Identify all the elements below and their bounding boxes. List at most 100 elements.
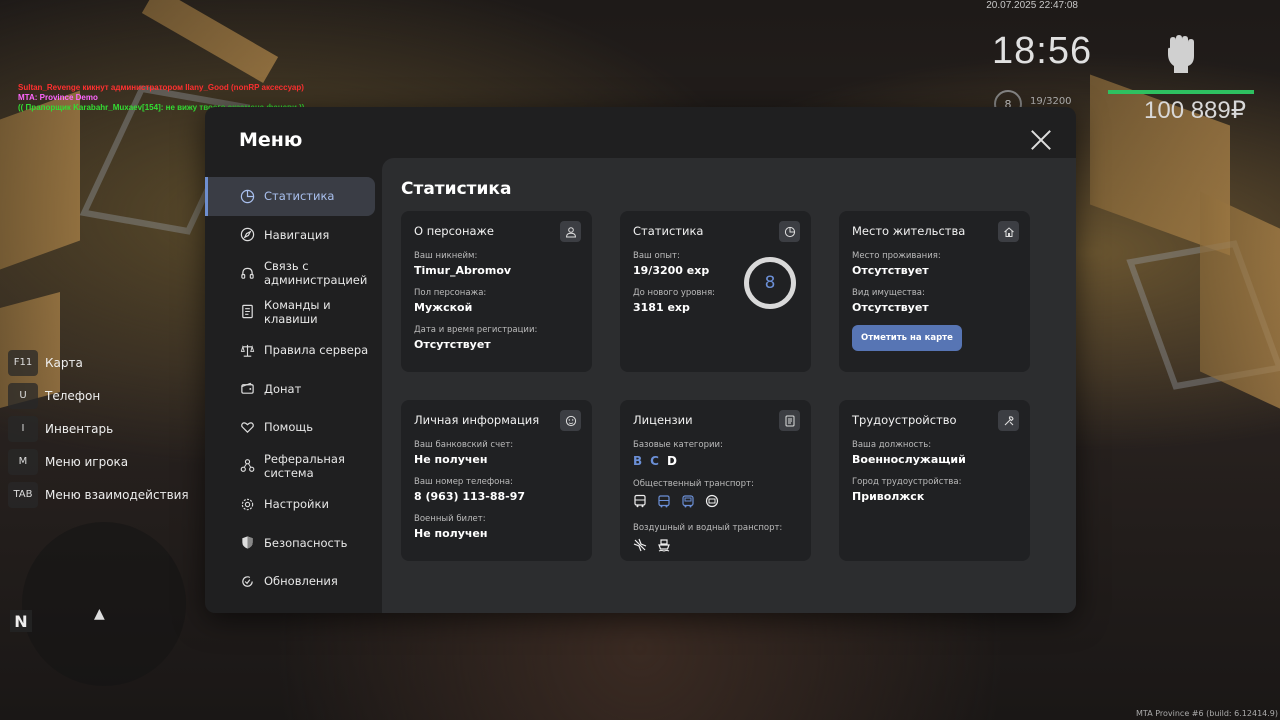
card-character: О персонаже Ваш никнейм: Timur_Abromov П… [401,211,592,372]
sidebar-item-admin-contact[interactable]: Связь с администрацией [205,254,381,293]
house-icon [998,221,1019,242]
sidebar-item-donate[interactable]: Донат [205,370,381,409]
position-value: Военнослужащий [852,453,966,466]
menu-window: Меню Статистика Навигация Связь с админи… [205,107,1076,613]
air-water-transport-icons [633,537,798,556]
sidebar-item-updates[interactable]: Обновления [205,562,381,601]
hotkey-label: Меню взаимодействия [45,487,189,502]
face-icon [560,410,581,431]
build-info: MTA Province #6 (build: 6.12414.9) [1136,709,1278,718]
chart-pie-icon [779,221,800,242]
field-label: Ваш никнейм: [414,251,478,261]
field-label: Общественный транспорт: [633,479,754,489]
field-label: Военный билет: [414,514,486,524]
sidebar-item-rules[interactable]: Правила сервера [205,331,381,370]
sidebar-label: Обновления [264,574,338,589]
job-city-value: Приволжск [852,490,925,503]
card-personal-info: Личная информация Ваш банковский счет: Н… [401,400,592,561]
card-statistics: Статистика Ваш опыт: 19/3200 exp До ново… [620,211,811,372]
hotkey-label: Телефон [45,388,101,403]
field-label: Пол персонажа: [414,288,487,298]
field-label: Место проживания: [852,251,941,261]
bus-icon [633,493,647,512]
license-book-icon [779,410,800,431]
content-title: Статистика [401,179,512,199]
compass-icon [239,227,255,243]
sidebar-label: Безопасность [264,535,348,550]
fist-icon [1164,34,1198,74]
sidebar-label: Навигация [264,227,330,242]
heart-hands-icon [239,419,255,435]
card-title: Статистика [633,224,704,238]
field-label: Дата и время регистрации: [414,325,538,335]
sidebar-item-help[interactable]: Помощь [205,408,381,447]
sidebar-label: Команды и клавиши [264,297,331,326]
menu-sidebar: Статистика Навигация Связь с администрац… [205,177,381,601]
wallet-icon [239,381,255,397]
gear-icon [239,496,255,512]
hotkey-label: Меню игрока [45,454,129,469]
card-title: Место жительства [852,224,966,238]
sidebar-label: Настройки [264,497,329,512]
sidebar-item-commands[interactable]: Команды и клавиши [205,293,381,332]
card-title: Личная информация [414,413,540,427]
hud-money: 100 889₽ [1144,97,1247,124]
field-label: Базовые категории: [633,440,723,450]
gender-value: Мужской [414,301,473,314]
sidebar-item-navigation[interactable]: Навигация [205,216,381,255]
menu-title: Меню [239,129,303,151]
document-icon [239,304,255,320]
sidebar-item-referral[interactable]: Реферальная система [205,447,381,486]
hotkey-phone[interactable]: U Телефон [8,379,189,412]
public-transport-icons [633,493,798,512]
user-icon [560,221,581,242]
nickname-value: Timur_Abromov [414,264,512,277]
refresh-check-icon [239,573,255,589]
phone-value: 8 (963) 113-88-97 [414,490,526,503]
boat-icon [657,537,671,556]
military-id-value: Не получен [414,527,488,540]
hotkey-label: Инвентарь [45,421,114,436]
airplane-icon [633,537,647,556]
hotkey-key: I [8,415,38,442]
tools-icon [998,410,1019,431]
property-value: Отсутствует [852,301,929,314]
chat-line: Sultan_Revenge кикнут администратором Il… [18,83,304,92]
registration-value: Отсутствует [414,338,491,351]
chat-line: MTA: Province Demo [18,93,98,102]
player-arrow-icon: ▲ [94,606,105,622]
hotkey-inventory[interactable]: I Инвентарь [8,412,189,445]
field-label: Ваш номер телефона: [414,477,513,487]
minimap[interactable] [22,522,186,686]
content-panel: Статистика О персонаже Ваш никнейм: Timu… [382,158,1076,613]
close-button[interactable] [1030,129,1052,151]
bank-value: Не получен [414,453,488,466]
sidebar-item-settings[interactable]: Настройки [205,485,381,524]
card-residence: Место жительства Место проживания: Отсут… [839,211,1030,372]
hotkey-key: F11 [8,349,38,376]
field-label: Ваш банковский счет: [414,440,514,450]
taxi-icon [705,493,719,512]
hotkey-map[interactable]: F11 Карта [8,346,189,379]
shield-icon [239,535,255,551]
hotkey-list: F11 Карта U Телефон I Инвентарь M Меню и… [8,346,189,511]
sidebar-item-statistics[interactable]: Статистика [205,177,375,216]
card-licenses: Лицензии Базовые категории: B C D Общест… [620,400,811,561]
sidebar-label: Реферальная система [264,451,345,480]
hotkey-interaction-menu[interactable]: TAB Меню взаимодействия [8,478,189,511]
sidebar-label: Статистика [264,189,335,204]
minimap-north-marker: N [10,610,32,632]
trolleybus-icon [657,493,671,512]
hud-health-bar [1108,90,1254,94]
license-category-b: B [633,454,643,468]
level-indicator: 8 [744,257,796,309]
sidebar-label: Помощь [264,420,314,435]
field-label: Ваша должность: [852,440,932,450]
hud-datetime: 20.07.2025 22:47:08 [986,0,1078,11]
residence-value: Отсутствует [852,264,929,277]
sidebar-item-security[interactable]: Безопасность [205,524,381,563]
people-network-icon [239,458,255,474]
hotkey-player-menu[interactable]: M Меню игрока [8,445,189,478]
hotkey-key: U [8,382,38,409]
mark-on-map-button[interactable]: Отметить на карте [852,325,962,351]
